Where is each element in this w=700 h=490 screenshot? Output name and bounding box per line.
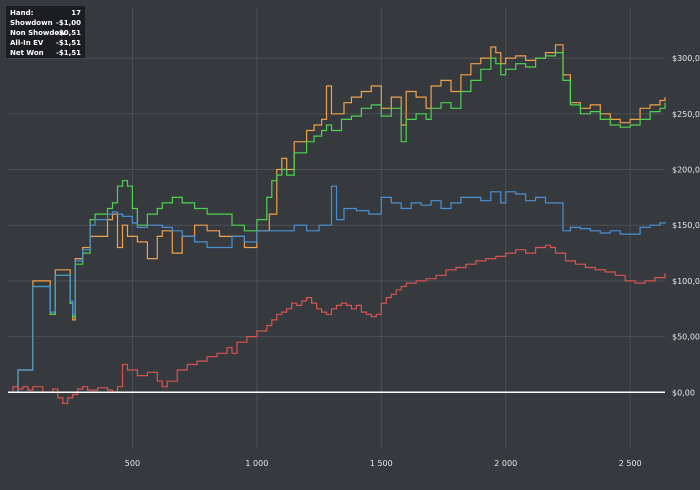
stats-label-all-in-ev: All-In EV: [10, 39, 44, 47]
y-tick-label: $150,00: [672, 221, 700, 230]
x-tick-label: 1 000: [245, 459, 268, 468]
line-chart: $0,00 $50,00 $100,00 $150,00 $200,00 $250,00 $…: [0, 0, 700, 490]
y-tick-label: $300,00: [672, 54, 700, 63]
stats-box: Hand: 17 Showdown -$1,00 Non Showdow -$0…: [6, 6, 85, 58]
x-tick-label: 2 000: [494, 459, 517, 468]
stats-label-hand: Hand:: [10, 9, 34, 17]
y-tick-label: $200,00: [672, 166, 700, 175]
x-tick-label: 2 500: [619, 459, 642, 468]
chart-background: [0, 0, 700, 490]
stats-value-showdown: -$1,00: [56, 19, 81, 27]
x-tick-label: 500: [125, 459, 140, 468]
y-tick-label: $250,00: [672, 110, 700, 119]
y-tick-label: $50,00: [672, 333, 700, 342]
stats-label-net-won: Net Won: [10, 49, 44, 57]
stats-value-hand: 17: [71, 9, 81, 17]
stats-value-non-showdown: -$0,51: [56, 29, 81, 37]
x-tick-label: 1 500: [370, 459, 393, 468]
y-tick-label: $0,00: [672, 388, 695, 397]
stats-value-all-in-ev: -$1,51: [56, 39, 81, 47]
stats-value-net-won: -$1,51: [56, 49, 81, 57]
chart-container: $0,00 $50,00 $100,00 $150,00 $200,00 $250,00 $…: [0, 0, 700, 490]
y-tick-label: $100,00: [672, 277, 700, 286]
stats-label-showdown: Showdown: [10, 19, 53, 27]
